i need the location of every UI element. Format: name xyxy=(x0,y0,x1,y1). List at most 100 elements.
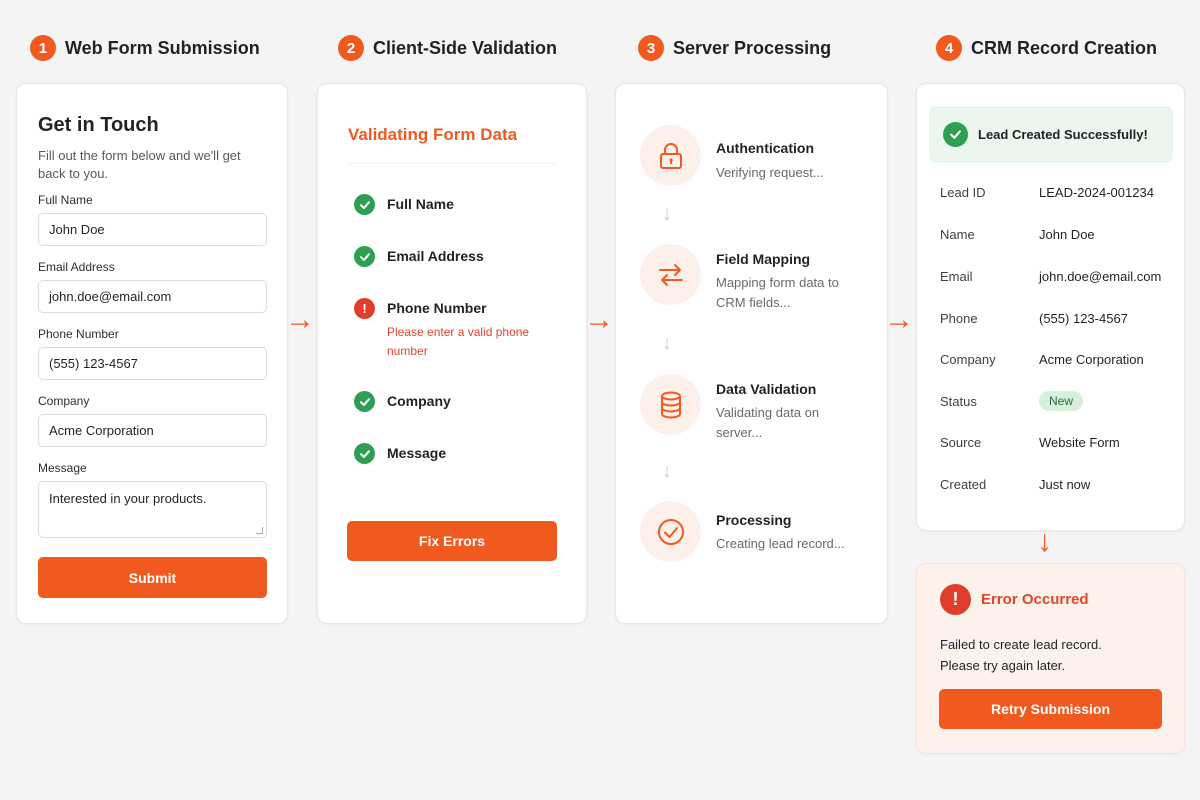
error-message-line: Failed to create lead record. xyxy=(940,637,1102,652)
stage-desc: Creating lead record... xyxy=(716,536,845,551)
email-label: Email Address xyxy=(38,260,115,274)
resize-grip-icon[interactable] xyxy=(256,527,263,534)
crm-row-company: Company Acme Corporation xyxy=(940,352,1170,367)
full-name-input[interactable]: John Doe xyxy=(38,213,267,246)
error-card: ! Error Occurred Failed to create lead r… xyxy=(916,563,1185,754)
lock-icon xyxy=(640,125,701,186)
stage-desc: Validating data on server... xyxy=(716,405,820,440)
validation-item-full-name: Full Name xyxy=(354,194,454,215)
error-message: Failed to create lead record. Please try… xyxy=(940,634,1102,676)
stage-desc: Mapping form data to CRM fields... xyxy=(716,275,839,310)
stage-title: Authentication xyxy=(716,140,814,156)
check-circle-icon xyxy=(943,122,968,147)
step-title-2: 2 Client-Side Validation xyxy=(338,34,557,62)
validation-item-message: Message xyxy=(354,443,446,464)
message-label: Message xyxy=(38,461,87,475)
step-label: Server Processing xyxy=(673,37,832,58)
success-banner: Lead Created Successfully! xyxy=(929,106,1173,163)
stage-desc: Verifying request... xyxy=(716,165,824,180)
crm-field-value: Just now xyxy=(1039,477,1091,492)
arrow-down-icon: ↓ xyxy=(662,332,672,354)
validation-card: Validating Form Data Full Name Email Add… xyxy=(317,83,587,624)
step-label: Web Form Submission xyxy=(65,37,260,58)
retry-submission-button[interactable]: Retry Submission xyxy=(939,689,1162,729)
validation-item-company: Company xyxy=(354,391,451,412)
crm-field-value: Acme Corporation xyxy=(1039,352,1144,367)
arrow-down-icon: ↓ xyxy=(1037,525,1052,558)
step-number-badge: 2 xyxy=(338,35,364,61)
error-message-line: Please try again later. xyxy=(940,658,1066,673)
form-subtitle: Fill out the form below and we'll get ba… xyxy=(38,148,241,181)
check-circle-icon xyxy=(354,391,375,412)
crm-record-card: Lead Created Successfully! Lead ID LEAD-… xyxy=(916,83,1185,531)
validation-title: Validating Form Data xyxy=(348,125,556,164)
crm-field-value: John Doe xyxy=(1039,227,1095,242)
crm-field-key: Created xyxy=(940,477,987,492)
company-input[interactable]: Acme Corporation xyxy=(38,414,267,447)
phone-label: Phone Number xyxy=(38,327,119,341)
arrow-down-icon: ↓ xyxy=(662,460,672,482)
crm-field-value: LEAD-2024-001234 xyxy=(1039,185,1154,200)
crm-field-key: Lead ID xyxy=(940,185,986,200)
check-circle-icon xyxy=(354,443,375,464)
arrows-swap-icon xyxy=(640,244,701,305)
step-label: CRM Record Creation xyxy=(971,37,1158,58)
crm-row-phone: Phone (555) 123-4567 xyxy=(940,311,1170,326)
server-processing-card: Authentication Verifying request... ↓ Fi… xyxy=(615,83,888,624)
form-title: Get in Touch xyxy=(38,114,159,136)
email-input[interactable]: john.doe@email.com xyxy=(38,280,267,313)
submit-button[interactable]: Submit xyxy=(38,557,267,598)
step-number-badge: 1 xyxy=(30,35,56,61)
crm-row-status: Status New xyxy=(940,391,1170,411)
validation-item-phone: ! Phone Number Please enter a valid phon… xyxy=(354,298,547,361)
validation-label: Company xyxy=(387,393,451,409)
step-title-4: 4 CRM Record Creation xyxy=(936,34,1157,62)
crm-field-key: Name xyxy=(940,227,975,242)
stage-title: Processing xyxy=(716,512,792,528)
arrow-right-icon: → xyxy=(584,303,614,336)
check-circle-icon xyxy=(640,501,701,562)
error-title: Error Occurred xyxy=(981,591,1089,608)
validation-label: Phone Number xyxy=(387,300,487,316)
web-form-card: Get in Touch Fill out the form below and… xyxy=(16,83,288,624)
company-label: Company xyxy=(38,394,90,408)
crm-row-created: Created Just now xyxy=(940,477,1170,492)
arrow-right-icon: → xyxy=(285,303,315,336)
fix-errors-button[interactable]: Fix Errors xyxy=(347,521,557,561)
crm-field-key: Company xyxy=(940,352,996,367)
stage-title: Field Mapping xyxy=(716,251,811,267)
validation-label: Message xyxy=(387,445,447,461)
full-name-label: Full Name xyxy=(38,193,93,207)
validation-label: Full Name xyxy=(387,196,454,212)
crm-row-email: Email john.doe@email.com xyxy=(940,269,1170,284)
step-label: Client-Side Validation xyxy=(373,37,558,58)
crm-field-key: Phone xyxy=(940,311,978,326)
check-circle-icon xyxy=(354,194,375,215)
database-icon xyxy=(640,374,701,435)
arrow-down-icon: ↓ xyxy=(662,203,672,225)
validation-label: Email Address xyxy=(387,248,484,264)
validation-error-message: Please enter a valid phone number xyxy=(387,325,530,358)
arrow-right-icon: → xyxy=(884,303,914,336)
step-title-3: 3 Server Processing xyxy=(638,34,831,62)
crm-field-key: Email xyxy=(940,269,973,284)
error-header: ! Error Occurred xyxy=(940,584,1089,615)
validation-item-email: Email Address xyxy=(354,246,484,267)
message-text: Interested in your products. xyxy=(49,491,207,506)
crm-row-source: Source Website Form xyxy=(940,435,1170,450)
error-icon: ! xyxy=(354,298,375,319)
crm-field-value: john.doe@email.com xyxy=(1039,269,1162,284)
crm-field-value: (555) 123-4567 xyxy=(1039,311,1128,326)
phone-input[interactable]: (555) 123-4567 xyxy=(38,347,267,380)
message-textarea[interactable]: Interested in your products. xyxy=(38,481,267,538)
error-icon: ! xyxy=(940,584,971,615)
crm-field-value: Website Form xyxy=(1039,435,1120,450)
crm-field-key: Status xyxy=(940,394,977,409)
crm-field-key: Source xyxy=(940,435,982,450)
check-circle-icon xyxy=(354,246,375,267)
step-number-badge: 4 xyxy=(936,35,962,61)
step-title-1: 1 Web Form Submission xyxy=(30,34,260,62)
status-badge: New xyxy=(1039,391,1084,411)
step-number-badge: 3 xyxy=(638,35,664,61)
stage-title: Data Validation xyxy=(716,381,817,397)
